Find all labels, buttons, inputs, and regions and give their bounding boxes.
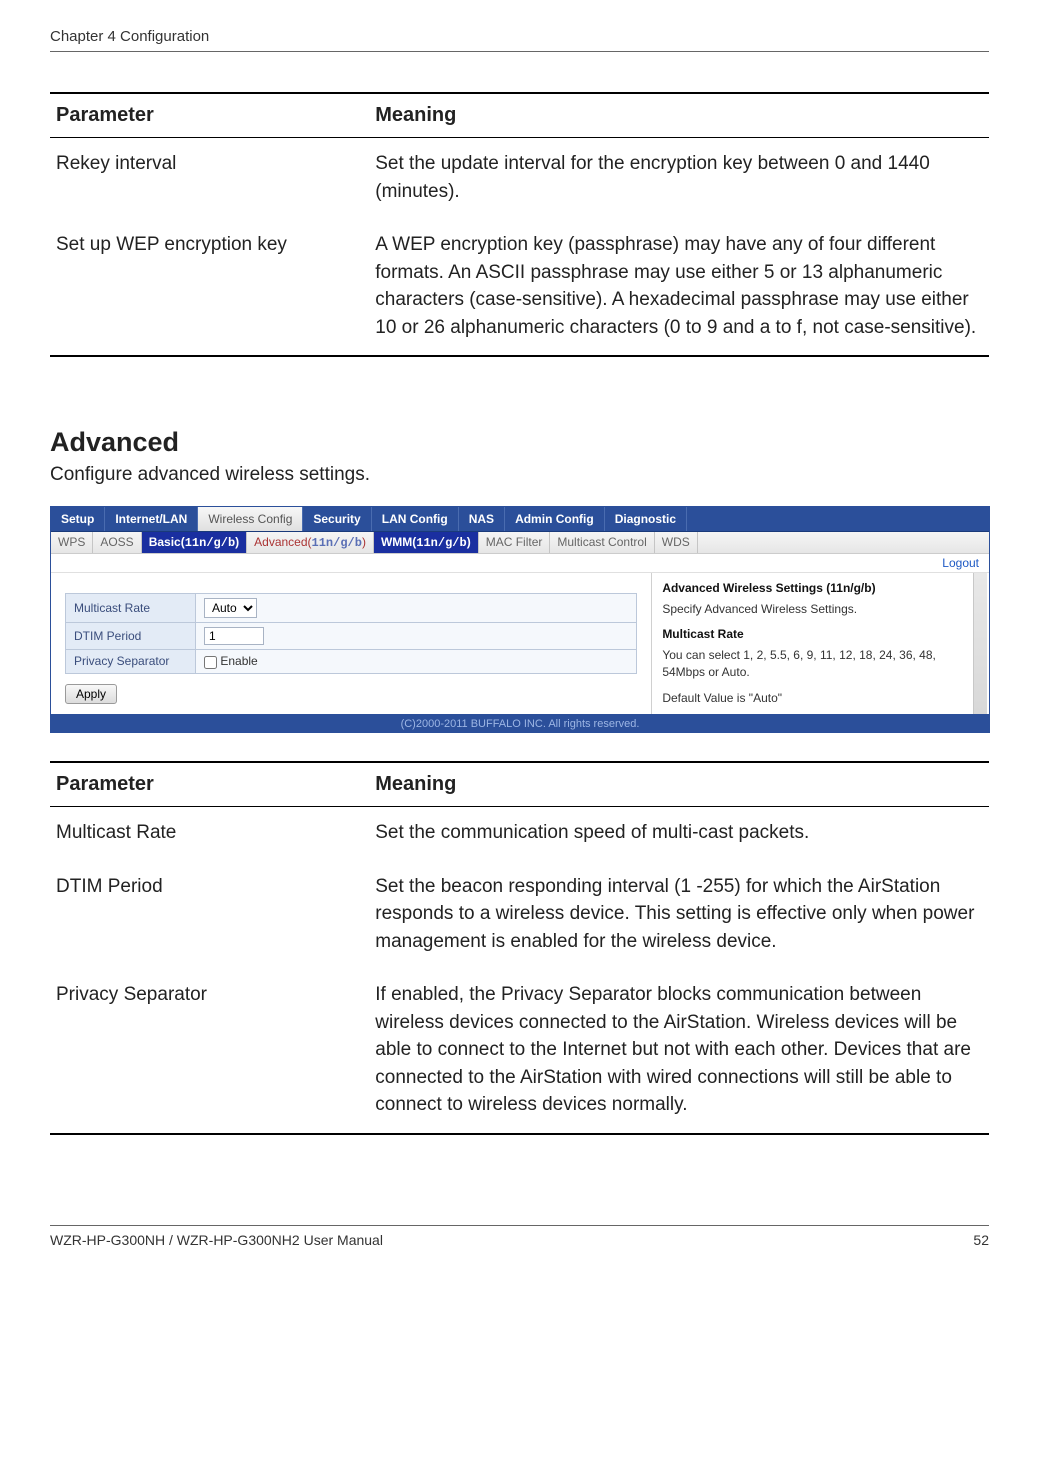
param-meaning: Set the beacon responding interval (1 -2… <box>369 861 989 970</box>
section-heading-advanced: Advanced <box>50 427 989 458</box>
table-row: Privacy Separator If enabled, the Privac… <box>50 969 989 1134</box>
help-pane: Advanced Wireless Settings (11n/g/b) Spe… <box>651 573 989 714</box>
subtab-wmm-close: ) <box>467 535 471 549</box>
help-heading-advanced-wireless: Advanced Wireless Settings (11n/g/b) <box>662 581 979 595</box>
main-tab-bar: Setup Internet/LAN Wireless Config Secur… <box>51 507 989 532</box>
param-meaning: If enabled, the Privacy Separator blocks… <box>369 969 989 1134</box>
dtim-period-input[interactable] <box>204 627 264 645</box>
subtab-multicast-control[interactable]: Multicast Control <box>550 532 654 553</box>
param-meaning: Set the update interval for the encrypti… <box>369 138 989 220</box>
col-meaning: Meaning <box>369 93 989 138</box>
tab-security[interactable]: Security <box>303 507 371 531</box>
table-row: Rekey interval Set the update interval f… <box>50 138 989 220</box>
tab-nas[interactable]: NAS <box>459 507 505 531</box>
table-row: Set up WEP encryption key A WEP encrypti… <box>50 219 989 356</box>
subtab-basic[interactable]: Basic(11n/g/b) <box>142 532 247 553</box>
tab-wireless-config[interactable]: Wireless Config <box>198 507 303 531</box>
param-label: Multicast Rate <box>50 807 369 861</box>
col-parameter: Parameter <box>50 93 369 138</box>
param-meaning: A WEP encryption key (passphrase) may ha… <box>369 219 989 356</box>
privacy-separator-checkbox[interactable] <box>204 656 217 669</box>
page-footer: WZR-HP-G300NH / WZR-HP-G300NH2 User Manu… <box>50 1225 989 1248</box>
subtab-advanced[interactable]: Advanced(11n/g/b) <box>247 532 374 553</box>
param-table-2: Parameter Meaning Multicast Rate Set the… <box>50 761 989 1135</box>
subtab-adv-label: Advanced( <box>254 535 311 549</box>
section-subtitle: Configure advanced wireless settings. <box>50 464 989 486</box>
subtab-wps[interactable]: WPS <box>51 532 93 553</box>
help-text: Specify Advanced Wireless Settings. <box>662 601 979 617</box>
tab-diagnostic[interactable]: Diagnostic <box>605 507 687 531</box>
sub-tab-bar: WPS AOSS Basic(11n/g/b) Advanced(11n/g/b… <box>51 532 989 554</box>
subtab-mac-filter[interactable]: MAC Filter <box>479 532 551 553</box>
tab-lan-config[interactable]: LAN Config <box>372 507 459 531</box>
table-row: DTIM Period Set the beacon responding in… <box>50 861 989 970</box>
help-heading-multicast: Multicast Rate <box>662 627 979 641</box>
footer-manual-title: WZR-HP-G300NH / WZR-HP-G300NH2 User Manu… <box>50 1232 383 1248</box>
col-parameter: Parameter <box>50 762 369 807</box>
param-meaning: Set the communication speed of multi-cas… <box>369 807 989 861</box>
subtab-adv-mono: 11n/g/b <box>312 536 362 550</box>
footer-page-number: 52 <box>973 1232 989 1248</box>
privacy-separator-label: Privacy Separator <box>66 650 196 673</box>
subtab-wmm[interactable]: WMM(11n/g/b) <box>374 532 479 553</box>
scrollbar[interactable] <box>973 573 987 714</box>
privacy-separator-enable-label: Enable <box>220 654 257 668</box>
tab-internet-lan[interactable]: Internet/LAN <box>105 507 198 531</box>
apply-button[interactable]: Apply <box>65 684 117 704</box>
param-table-1: Parameter Meaning Rekey interval Set the… <box>50 92 989 357</box>
col-meaning: Meaning <box>369 762 989 807</box>
tab-admin-config[interactable]: Admin Config <box>505 507 605 531</box>
settings-pane: Multicast Rate Auto DTIM Period Privacy … <box>51 573 651 714</box>
help-text: Default Value is "Auto" <box>662 690 979 706</box>
dtim-period-label: DTIM Period <box>66 623 196 650</box>
param-label: Privacy Separator <box>50 969 369 1134</box>
help-text: You can select 1, 2, 5.5, 6, 9, 11, 12, … <box>662 647 979 679</box>
param-label: Rekey interval <box>50 138 369 220</box>
chapter-header: Chapter 4 Configuration <box>50 28 989 52</box>
router-admin-screenshot: Setup Internet/LAN Wireless Config Secur… <box>50 506 990 733</box>
subtab-basic-label: Basic( <box>149 535 185 549</box>
subtab-aoss[interactable]: AOSS <box>93 532 141 553</box>
multicast-rate-label: Multicast Rate <box>66 594 196 623</box>
subtab-basic-close: ) <box>235 535 239 549</box>
logout-link[interactable]: Logout <box>942 556 979 570</box>
param-label: DTIM Period <box>50 861 369 970</box>
subtab-wmm-mono: 11n/g/b <box>416 536 466 550</box>
subtab-basic-mono: 11n/g/b <box>185 536 235 550</box>
multicast-rate-select[interactable]: Auto <box>204 598 257 618</box>
copyright-text: (C)2000-2011 BUFFALO INC. All rights res… <box>261 718 780 730</box>
subtab-wmm-label: WMM( <box>381 535 416 549</box>
subtab-wds[interactable]: WDS <box>655 532 698 553</box>
table-row: Multicast Rate Set the communication spe… <box>50 807 989 861</box>
tab-setup[interactable]: Setup <box>51 507 105 531</box>
subtab-adv-close: ) <box>362 535 366 549</box>
param-label: Set up WEP encryption key <box>50 219 369 356</box>
